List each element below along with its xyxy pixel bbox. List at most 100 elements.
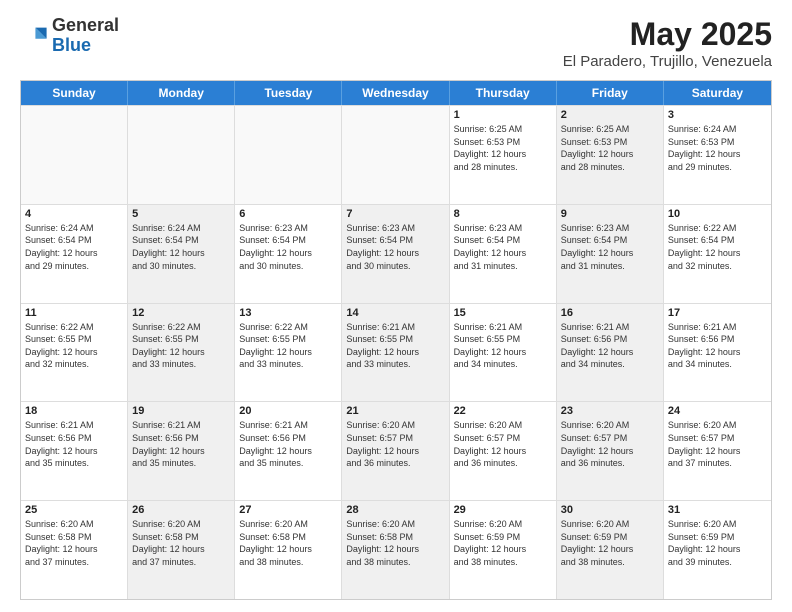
cal-cell-3-5: 23Sunrise: 6:20 AM Sunset: 6:57 PM Dayli…: [557, 402, 664, 500]
day-number-23: 23: [561, 405, 659, 417]
day-number-21: 21: [346, 405, 444, 417]
cal-cell-2-6: 17Sunrise: 6:21 AM Sunset: 6:56 PM Dayli…: [664, 304, 771, 402]
header: General Blue May 2025 El Paradero, Truji…: [20, 16, 772, 70]
cell-info-30: Sunrise: 6:20 AM Sunset: 6:59 PM Dayligh…: [561, 518, 659, 568]
cell-info-26: Sunrise: 6:20 AM Sunset: 6:58 PM Dayligh…: [132, 518, 230, 568]
page: General Blue May 2025 El Paradero, Truji…: [0, 0, 792, 612]
cal-cell-4-4: 29Sunrise: 6:20 AM Sunset: 6:59 PM Dayli…: [450, 501, 557, 599]
cal-cell-3-6: 24Sunrise: 6:20 AM Sunset: 6:57 PM Dayli…: [664, 402, 771, 500]
cell-info-24: Sunrise: 6:20 AM Sunset: 6:57 PM Dayligh…: [668, 419, 767, 469]
day-number-9: 9: [561, 208, 659, 220]
logo-icon: [20, 22, 48, 50]
cell-info-3: Sunrise: 6:24 AM Sunset: 6:53 PM Dayligh…: [668, 123, 767, 173]
cell-info-14: Sunrise: 6:21 AM Sunset: 6:55 PM Dayligh…: [346, 321, 444, 371]
day-number-25: 25: [25, 504, 123, 516]
cal-cell-2-2: 13 Sunrise: 6:22 AM Sunset: 6:55 PM Dayli…: [235, 304, 342, 402]
day-number-3: 3: [668, 109, 767, 121]
cal-cell-1-5: 9 Sunrise: 6:23 AM Sunset: 6:54 PM Daylig…: [557, 205, 664, 303]
cal-cell-1-3: 7 Sunrise: 6:23 AM Sunset: 6:54 PM Daylig…: [342, 205, 449, 303]
cal-cell-3-0: 18 Sunrise: 6:21 AM Sunset: 6:56 PM Dayli…: [21, 402, 128, 500]
cal-cell-1-1: 5Sunrise: 6:24 AM Sunset: 6:54 PM Daylig…: [128, 205, 235, 303]
week-row-5: 25 Sunrise: 6:20 AM Sunset: 6:58 PM Dayli…: [21, 500, 771, 599]
cal-cell-0-6: 3 Sunrise: 6:24 AM Sunset: 6:53 PM Daylig…: [664, 106, 771, 204]
day-number-26: 26: [132, 504, 230, 516]
day-number-14: 14: [346, 307, 444, 319]
title-block: May 2025 El Paradero, Trujillo, Venezuel…: [563, 16, 772, 70]
cal-cell-0-2: [235, 106, 342, 204]
cal-cell-3-4: 22 Sunrise: 6:20 AM Sunset: 6:57 PM Dayli…: [450, 402, 557, 500]
cell-info-2: Sunrise: 6:25 AM Sunset: 6:53 PM Dayligh…: [561, 123, 659, 173]
cal-cell-1-6: 10Sunrise: 6:22 AM Sunset: 6:54 PM Dayli…: [664, 205, 771, 303]
cell-info-4: Sunrise: 6:24 AM Sunset: 6:54 PM Dayligh…: [25, 222, 123, 272]
day-number-2: 2: [561, 109, 659, 121]
week-row-1: 1Sunrise: 6:25 AM Sunset: 6:53 PM Daylig…: [21, 105, 771, 204]
day-number-31: 31: [668, 504, 767, 516]
cell-info-31: Sunrise: 6:20 AM Sunset: 6:59 PM Dayligh…: [668, 518, 767, 568]
week-row-4: 18 Sunrise: 6:21 AM Sunset: 6:56 PM Dayli…: [21, 401, 771, 500]
week-row-3: 11 Sunrise: 6:22 AM Sunset: 6:55 PM Dayli…: [21, 303, 771, 402]
logo-blue-text: Blue: [52, 36, 119, 56]
cal-cell-3-2: 20 Sunrise: 6:21 AM Sunset: 6:56 PM Dayli…: [235, 402, 342, 500]
day-number-29: 29: [454, 504, 552, 516]
day-number-12: 12: [132, 307, 230, 319]
cell-info-16: Sunrise: 6:21 AM Sunset: 6:56 PM Dayligh…: [561, 321, 659, 371]
day-number-15: 15: [454, 307, 552, 319]
cell-info-12: Sunrise: 6:22 AM Sunset: 6:55 PM Dayligh…: [132, 321, 230, 371]
cal-cell-0-5: 2 Sunrise: 6:25 AM Sunset: 6:53 PM Daylig…: [557, 106, 664, 204]
day-number-28: 28: [346, 504, 444, 516]
day-number-22: 22: [454, 405, 552, 417]
cell-info-21: Sunrise: 6:20 AM Sunset: 6:57 PM Dayligh…: [346, 419, 444, 469]
cell-info-7: Sunrise: 6:23 AM Sunset: 6:54 PM Dayligh…: [346, 222, 444, 272]
calendar-body: 1Sunrise: 6:25 AM Sunset: 6:53 PM Daylig…: [21, 105, 771, 599]
title-location: El Paradero, Trujillo, Venezuela: [563, 53, 772, 70]
cal-cell-0-0: [21, 106, 128, 204]
day-number-10: 10: [668, 208, 767, 220]
cal-cell-4-3: 28Sunrise: 6:20 AM Sunset: 6:58 PM Dayli…: [342, 501, 449, 599]
cal-cell-2-4: 15Sunrise: 6:21 AM Sunset: 6:55 PM Dayli…: [450, 304, 557, 402]
header-tuesday: Tuesday: [235, 81, 342, 105]
week-row-2: 4 Sunrise: 6:24 AM Sunset: 6:54 PM Daylig…: [21, 204, 771, 303]
cell-info-19: Sunrise: 6:21 AM Sunset: 6:56 PM Dayligh…: [132, 419, 230, 469]
day-number-27: 27: [239, 504, 337, 516]
cell-info-18: Sunrise: 6:21 AM Sunset: 6:56 PM Dayligh…: [25, 419, 123, 469]
cell-info-9: Sunrise: 6:23 AM Sunset: 6:54 PM Dayligh…: [561, 222, 659, 272]
header-thursday: Thursday: [450, 81, 557, 105]
day-number-19: 19: [132, 405, 230, 417]
cell-info-22: Sunrise: 6:20 AM Sunset: 6:57 PM Dayligh…: [454, 419, 552, 469]
cal-cell-2-0: 11 Sunrise: 6:22 AM Sunset: 6:55 PM Dayli…: [21, 304, 128, 402]
cell-info-8: Sunrise: 6:23 AM Sunset: 6:54 PM Dayligh…: [454, 222, 552, 272]
header-saturday: Saturday: [664, 81, 771, 105]
cal-cell-4-2: 27Sunrise: 6:20 AM Sunset: 6:58 PM Dayli…: [235, 501, 342, 599]
cell-info-13: Sunrise: 6:22 AM Sunset: 6:55 PM Dayligh…: [239, 321, 337, 371]
cal-cell-3-3: 21 Sunrise: 6:20 AM Sunset: 6:57 PM Dayli…: [342, 402, 449, 500]
cal-cell-4-0: 25Sunrise: 6:20 AM Sunset: 6:58 PM Dayli…: [21, 501, 128, 599]
cal-cell-0-3: [342, 106, 449, 204]
day-number-16: 16: [561, 307, 659, 319]
cal-cell-0-1: [128, 106, 235, 204]
cal-cell-4-1: 26 Sunrise: 6:20 AM Sunset: 6:58 PM Dayli…: [128, 501, 235, 599]
header-monday: Monday: [128, 81, 235, 105]
day-number-20: 20: [239, 405, 337, 417]
day-number-6: 6: [239, 208, 337, 220]
day-number-4: 4: [25, 208, 123, 220]
day-number-13: 13: [239, 307, 337, 319]
logo-text: General Blue: [52, 16, 119, 56]
cal-cell-3-1: 19 Sunrise: 6:21 AM Sunset: 6:56 PM Dayli…: [128, 402, 235, 500]
cal-cell-1-0: 4 Sunrise: 6:24 AM Sunset: 6:54 PM Daylig…: [21, 205, 128, 303]
cell-info-11: Sunrise: 6:22 AM Sunset: 6:55 PM Dayligh…: [25, 321, 123, 371]
cell-info-5: Sunrise: 6:24 AM Sunset: 6:54 PM Dayligh…: [132, 222, 230, 272]
day-number-11: 11: [25, 307, 123, 319]
cell-info-20: Sunrise: 6:21 AM Sunset: 6:56 PM Dayligh…: [239, 419, 337, 469]
logo-general-text: General: [52, 16, 119, 36]
day-number-8: 8: [454, 208, 552, 220]
day-number-7: 7: [346, 208, 444, 220]
cal-cell-1-4: 8 Sunrise: 6:23 AM Sunset: 6:54 PM Daylig…: [450, 205, 557, 303]
cal-cell-2-3: 14 Sunrise: 6:21 AM Sunset: 6:55 PM Dayli…: [342, 304, 449, 402]
calendar: Sunday Monday Tuesday Wednesday Thursday…: [20, 80, 772, 600]
cal-cell-1-2: 6Sunrise: 6:23 AM Sunset: 6:54 PM Daylig…: [235, 205, 342, 303]
cal-cell-2-5: 16 Sunrise: 6:21 AM Sunset: 6:56 PM Dayli…: [557, 304, 664, 402]
day-number-17: 17: [668, 307, 767, 319]
day-number-18: 18: [25, 405, 123, 417]
cal-cell-4-5: 30Sunrise: 6:20 AM Sunset: 6:59 PM Dayli…: [557, 501, 664, 599]
cell-info-1: Sunrise: 6:25 AM Sunset: 6:53 PM Dayligh…: [454, 123, 552, 173]
